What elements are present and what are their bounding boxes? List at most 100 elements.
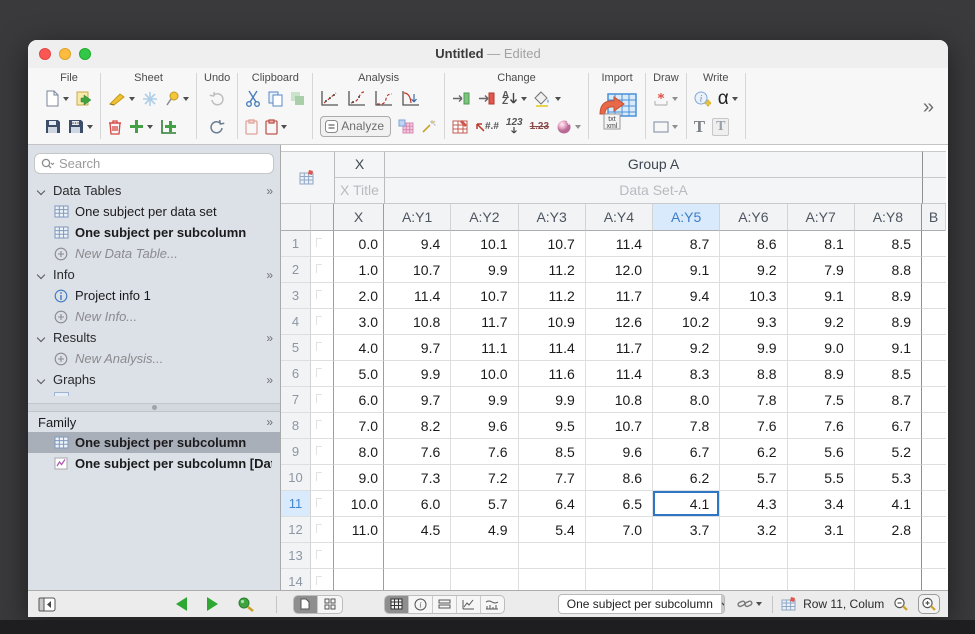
- column-header-a-y3[interactable]: A:Y3: [519, 204, 586, 231]
- data-cell[interactable]: 9.4: [384, 231, 451, 257]
- x-value-cell[interactable]: 0.0: [334, 231, 384, 257]
- data-cell[interactable]: [451, 543, 518, 569]
- row-marker-cell[interactable]: [311, 335, 334, 361]
- results-view-button[interactable]: [433, 596, 457, 613]
- dose-response-icon[interactable]: [374, 88, 394, 110]
- data-cell[interactable]: 10.7: [586, 413, 653, 439]
- data-cell[interactable]: 8.2: [384, 413, 451, 439]
- row-number[interactable]: 9: [281, 439, 311, 465]
- data-cell[interactable]: 6.0: [384, 491, 451, 517]
- column-header-b[interactable]: B: [922, 204, 946, 231]
- data-cell[interactable]: 7.3: [384, 465, 451, 491]
- data-cell-b[interactable]: [922, 361, 946, 387]
- x-value-cell[interactable]: 7.0: [334, 413, 384, 439]
- row-number[interactable]: 3: [281, 283, 311, 309]
- data-cell[interactable]: 10.7: [451, 283, 518, 309]
- data-cell[interactable]: 7.2: [451, 465, 518, 491]
- x-value-cell[interactable]: [334, 543, 384, 569]
- data-cell[interactable]: 9.6: [451, 413, 518, 439]
- section-header-info[interactable]: Info»: [28, 264, 280, 285]
- duplicate-analysis-icon[interactable]: [398, 116, 414, 138]
- x-column-header[interactable]: X: [334, 204, 384, 231]
- row-number[interactable]: 7: [281, 387, 311, 413]
- data-cell-b[interactable]: [922, 543, 946, 569]
- row-number[interactable]: 1: [281, 231, 311, 257]
- data-cell[interactable]: 9.9: [384, 361, 451, 387]
- sidebar-item-new-data-table[interactable]: New Data Table...: [28, 243, 280, 264]
- data-cell[interactable]: 5.7: [720, 465, 787, 491]
- pin-button[interactable]: [165, 88, 189, 110]
- data-cell[interactable]: 9.7: [384, 387, 451, 413]
- save-button[interactable]: [45, 116, 61, 138]
- x-column-group-header[interactable]: X: [334, 151, 384, 178]
- data-cell[interactable]: 7.5: [788, 387, 855, 413]
- row-number[interactable]: 2: [281, 257, 311, 283]
- data-cell[interactable]: [720, 569, 787, 590]
- move-column-left-icon[interactable]: [452, 88, 470, 110]
- zoom-in-button[interactable]: [918, 594, 940, 614]
- section-more-button[interactable]: »: [266, 373, 272, 387]
- row-number[interactable]: 4: [281, 309, 311, 335]
- decimals-stepper-button[interactable]: 123: [506, 116, 523, 138]
- data-cell[interactable]: 11.4: [586, 231, 653, 257]
- data-cell[interactable]: 8.1: [788, 231, 855, 257]
- greek-alpha-button[interactable]: α: [718, 88, 738, 110]
- row-number[interactable]: 12: [281, 517, 311, 543]
- delete-sheet-button[interactable]: [108, 116, 122, 138]
- row-number[interactable]: 13: [281, 543, 311, 569]
- row-marker-cell[interactable]: [311, 231, 334, 257]
- new-graph-family-button[interactable]: [160, 116, 177, 138]
- x-value-cell[interactable]: [334, 569, 384, 590]
- draw-shape-button[interactable]: [653, 116, 678, 138]
- text-box-tool-button[interactable]: T: [712, 116, 729, 138]
- data-cell-b[interactable]: [922, 257, 946, 283]
- undo-button[interactable]: [209, 116, 225, 138]
- sort-button[interactable]: AZ: [502, 88, 527, 110]
- data-cell[interactable]: 11.7: [586, 283, 653, 309]
- data-cell[interactable]: 9.1: [788, 283, 855, 309]
- row-marker-cell[interactable]: [311, 517, 334, 543]
- data-cell[interactable]: 6.2: [653, 465, 720, 491]
- data-cell[interactable]: 9.6: [586, 439, 653, 465]
- data-cell[interactable]: [720, 543, 787, 569]
- data-cell-b[interactable]: [922, 517, 946, 543]
- sheet-picker-caret[interactable]: [721, 595, 725, 613]
- data-cell[interactable]: 6.5: [586, 491, 653, 517]
- section-header-graphs[interactable]: Graphs»: [28, 369, 280, 390]
- column-header-a-y5[interactable]: A:Y5: [653, 204, 720, 231]
- area-under-curve-icon[interactable]: [401, 88, 421, 110]
- section-more-button[interactable]: »: [266, 331, 272, 345]
- data-cell-b[interactable]: [922, 283, 946, 309]
- row-number[interactable]: 11: [281, 491, 311, 517]
- column-header-a-y6[interactable]: A:Y6: [720, 204, 787, 231]
- x-value-cell[interactable]: 5.0: [334, 361, 384, 387]
- dataset-title-cell[interactable]: Data Set-A: [384, 178, 922, 205]
- data-cell[interactable]: 8.9: [788, 361, 855, 387]
- chevron-down-icon[interactable]: [38, 334, 46, 342]
- save-as-button[interactable]: [68, 116, 93, 138]
- freeze-sheet-icon[interactable]: [142, 88, 158, 110]
- data-cell-b[interactable]: [922, 465, 946, 491]
- data-cell-b[interactable]: [922, 231, 946, 257]
- move-column-right-icon[interactable]: [477, 88, 495, 110]
- sidebar-splitter[interactable]: [28, 403, 280, 412]
- graph-view-button[interactable]: [457, 596, 481, 613]
- data-cell[interactable]: 9.2: [788, 309, 855, 335]
- data-cell[interactable]: 11.6: [519, 361, 586, 387]
- zoom-out-button[interactable]: [890, 594, 912, 614]
- group-a-header[interactable]: Group A: [384, 151, 922, 178]
- forward-button[interactable]: [207, 597, 218, 611]
- data-cell[interactable]: 10.9: [519, 309, 586, 335]
- data-cell[interactable]: 7.8: [653, 413, 720, 439]
- import-data-button[interactable]: txt xml: [596, 86, 638, 134]
- data-cell[interactable]: 9.7: [384, 335, 451, 361]
- row-marker-cell[interactable]: [311, 465, 334, 491]
- row-marker-cell[interactable]: [311, 309, 334, 335]
- group-b-header-sliver[interactable]: [922, 151, 946, 178]
- row-number[interactable]: 5: [281, 335, 311, 361]
- data-cell[interactable]: 5.3: [855, 465, 922, 491]
- data-cell[interactable]: 8.0: [653, 387, 720, 413]
- sidebar-item-project-info-1[interactable]: Project info 1: [28, 285, 280, 306]
- back-button[interactable]: [176, 597, 187, 611]
- new-info-note-button[interactable]: i: [694, 88, 711, 110]
